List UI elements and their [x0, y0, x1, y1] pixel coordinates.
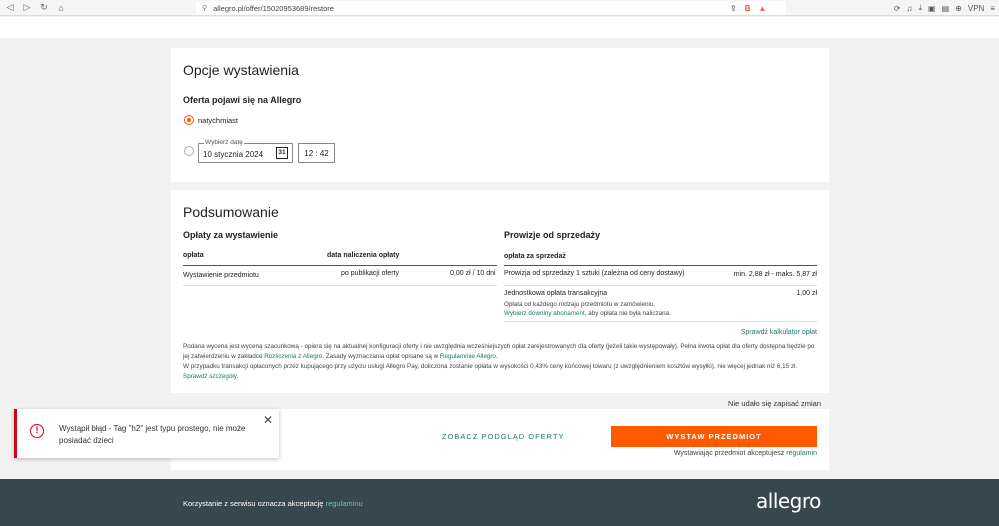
brave-shields-icon[interactable]: B — [745, 4, 751, 13]
site-settings-icon[interactable]: ⚲ — [202, 4, 207, 12]
col-fee: opłata — [183, 252, 204, 259]
download-icon[interactable]: ⤓ — [919, 3, 923, 13]
accept-terms-prefix: Wystawiając przedmiot akceptujesz — [673, 450, 787, 457]
date-value: 10 stycznia 2024 — [203, 150, 264, 159]
estimate-note-end: . — [495, 353, 498, 360]
estimate-note: Podana wycena jest wyceną szacunkową - o… — [183, 342, 817, 362]
summary-card: Podsumowanie Opłaty za wystawienie opłat… — [171, 190, 829, 393]
page-footer: Korzystanie z serwisu oznacza akceptację… — [0, 479, 999, 526]
footer-terms-link[interactable]: regulaminu — [326, 499, 363, 508]
fee-row-date: po publikacji oferty — [341, 270, 399, 277]
subscription-note: Wybierz dowolny abonament, aby opłata ni… — [504, 310, 671, 317]
date-legend: Wybierz datę — [204, 139, 244, 146]
url-text: allegro.pl/offer/15020953689/restore — [213, 3, 334, 13]
browser-toolbar: ◁ ▷ ↻ ⌂ ⚲ allegro.pl/offer/15020953689/r… — [0, 0, 999, 16]
browser-right-tools: ⟳ ♫ ⤓ ▣ ▤ ⊕ VPN ≡ — [894, 1, 995, 15]
col-commission: opłata za sprzedaż — [504, 253, 566, 260]
fee-calculator-link[interactable]: Sprawdź kalkulator opłat — [741, 329, 817, 336]
time-input[interactable]: 12 : 42 — [298, 143, 335, 163]
error-icon: ! — [30, 424, 44, 438]
close-icon[interactable]: ✕ — [263, 413, 273, 427]
subscription-suffix: , aby opłata nie była naliczana. — [584, 310, 671, 317]
allegro-pay-text: W przypadku transakcji opłaconych przez … — [183, 363, 798, 370]
calendar-icon[interactable]: 31 — [276, 147, 288, 159]
top-strip — [0, 17, 999, 38]
allegro-pay-end: . — [236, 373, 239, 380]
error-message: Wystąpił błąd - Tag "h2" jest typu prost… — [59, 424, 246, 445]
offer-appears-heading: Oferta pojawi się na Allegro — [183, 95, 302, 105]
settlements-link[interactable]: Rozliczenia z Allegro — [264, 353, 322, 360]
fees-divider — [183, 265, 497, 266]
address-bar[interactable]: ⚲ allegro.pl/offer/15020953689/restore — [196, 1, 786, 15]
transaction-note: Opłata od każdego rodzaju przedmiotu w z… — [504, 301, 656, 308]
col-date: data naliczenia opłaty — [327, 252, 400, 259]
estimate-note-text-2: . Zasady wyznaczania opłat opisane są w — [322, 353, 440, 360]
vpn-icon[interactable]: ⊕ — [955, 4, 962, 13]
details-link[interactable]: Sprawdź szczegóły — [183, 373, 236, 380]
radio-date[interactable] — [184, 146, 194, 156]
radio-now-label: natychmiast — [198, 116, 239, 125]
list-item-button[interactable]: WYSTAW PRZEDMIOT — [611, 426, 817, 447]
forward-icon[interactable]: ▷ — [20, 1, 34, 15]
fees-row-divider — [183, 285, 497, 286]
preview-offer-link[interactable]: ZOBACZ PODGLĄD OFERTY — [442, 432, 565, 441]
fee-row-date-link[interactable]: publikacji oferty — [351, 270, 399, 277]
transaction-fee-amount: 1,00 zł — [796, 290, 817, 297]
extension-icons: ⇪ B ▲ — [730, 1, 766, 15]
allegro-logo[interactable]: allegro — [756, 489, 821, 513]
footer-text: Korzystanie z serwisu oznacza akceptację… — [183, 499, 363, 508]
commission-range: min. 2,88 zł - maks. 5,87 zł — [733, 271, 817, 278]
accept-terms-link[interactable]: regulamin — [786, 450, 817, 457]
sync-icon[interactable]: ⟳ — [894, 4, 901, 13]
radio-now[interactable] — [184, 115, 194, 125]
sidebar-icon[interactable]: ▤ — [942, 4, 950, 13]
page-title: Opcje wystawienia — [183, 62, 299, 78]
fees-heading: Opłaty za wystawienie — [183, 230, 279, 240]
home-icon[interactable]: ⌂ — [54, 1, 68, 15]
back-icon[interactable]: ◁ — [3, 1, 17, 15]
menu-icon[interactable]: ≡ — [990, 4, 995, 13]
fee-row-name: Wystawienie przedmiotu — [183, 272, 259, 279]
music-icon[interactable]: ♫ — [907, 4, 913, 13]
wallet-icon[interactable]: ▣ — [928, 4, 936, 13]
accept-terms-note: Wystawiając przedmiot akceptujesz regula… — [674, 450, 817, 457]
fee-row-date-prefix: po — [341, 270, 351, 277]
transaction-fee: Jednostkowa opłata transakcyjna — [504, 290, 608, 297]
summary-title: Podsumowanie — [183, 204, 279, 220]
brave-rewards-icon[interactable]: ▲ — [758, 4, 766, 13]
commission-bottom-divider — [504, 321, 817, 322]
commission-row: Prowizja od sprzedaży 1 sztuki (zależna … — [504, 270, 685, 277]
reload-icon[interactable]: ↻ — [37, 1, 51, 15]
footer-text-prefix: Korzystanie z serwisu oznacza akceptację — [183, 499, 326, 508]
share-icon[interactable]: ⇪ — [730, 4, 737, 13]
save-status: Nie udało się zapisać zmian — [728, 399, 821, 408]
vpn-label[interactable]: VPN — [968, 4, 984, 13]
subscription-link[interactable]: Wybierz dowolny abonament — [504, 310, 585, 317]
fee-row-amount: 0,00 zł / 10 dni — [450, 270, 496, 277]
allegro-pay-note: W przypadku transakcji opłaconych przez … — [183, 362, 817, 382]
commission-row-divider — [504, 285, 817, 286]
date-input[interactable]: Wybierz datę 10 stycznia 2024 31 — [198, 139, 293, 163]
listing-options-card: Opcje wystawienia Oferta pojawi się na A… — [171, 48, 829, 182]
commission-divider — [504, 265, 817, 266]
terms-link[interactable]: Regulaminie Allegro — [440, 353, 496, 360]
error-toast: ! Wystąpił błąd - Tag "h2" jest typu pro… — [14, 409, 279, 458]
commission-heading: Prowizje od sprzedaży — [504, 230, 601, 240]
